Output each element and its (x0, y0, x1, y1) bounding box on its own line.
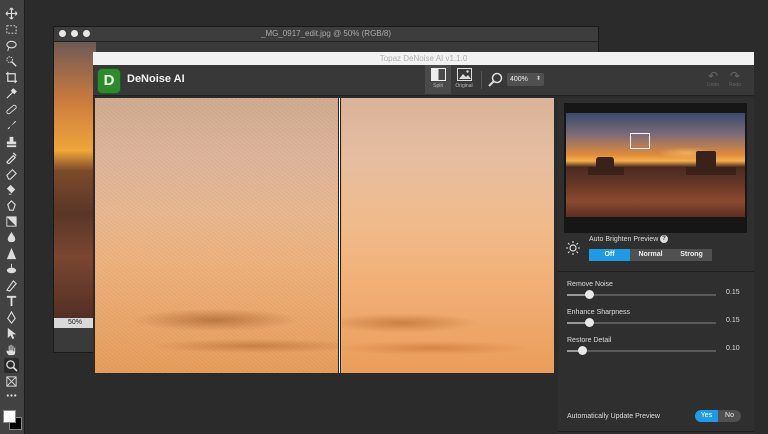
split-view-icon (430, 68, 446, 81)
undo-button[interactable]: ↶ Undo (704, 70, 722, 88)
zoom-icon[interactable] (4, 358, 19, 373)
selection-arrow-icon[interactable] (4, 326, 19, 341)
healing-brush-icon[interactable] (4, 102, 19, 117)
original-view-button[interactable]: Original (451, 65, 477, 94)
restore-detail-value: 0.10 (726, 345, 740, 352)
remove-noise-label: Remove Noise (567, 281, 613, 288)
remove-noise-value: 0.15 (726, 289, 740, 296)
enhance-sharpness-slider[interactable] (567, 318, 716, 327)
marquee-icon[interactable] (4, 22, 19, 37)
navigator-image (566, 113, 745, 217)
artboard-icon[interactable] (4, 374, 19, 389)
denoise-titlebar: Topaz DeNoise AI v1.1.0 (93, 52, 754, 65)
split-view-button[interactable]: Split (425, 65, 451, 94)
auto-brighten-segmented: Off Normal Strong (589, 249, 712, 261)
sun-icon (566, 241, 580, 255)
settings-panel: Auto Brighten Preview ? Off Normal Stron… (558, 98, 754, 434)
enhance-sharpness-knob[interactable] (585, 318, 595, 327)
split-divider-handle[interactable] (338, 98, 341, 373)
restore-detail-slider[interactable] (567, 346, 716, 355)
app-name: DeNoise AI (127, 73, 185, 85)
brush-icon[interactable] (4, 118, 19, 133)
panel-bottom-divider (558, 431, 754, 432)
split-view-label: Split (433, 83, 443, 89)
remove-noise-knob[interactable] (585, 290, 595, 299)
auto-brighten-label: Auto Brighten Preview (589, 236, 659, 243)
photoshop-canvas[interactable]: 50% (54, 42, 96, 328)
redo-button[interactable]: ↷ Redo (726, 70, 744, 88)
remove-noise-slider[interactable] (567, 290, 716, 299)
denoise-toolbar: D DeNoise AI Split Original 400% ⬍ ↶ Und… (93, 65, 754, 96)
mesa-right-base-shape (686, 167, 736, 175)
zoom-level-readout: 50% (54, 318, 96, 328)
image-icon (456, 68, 472, 81)
toolbar-divider (481, 71, 482, 89)
dodge-icon[interactable] (4, 214, 19, 229)
blur-icon[interactable] (4, 198, 19, 213)
redo-icon: ↷ (729, 69, 741, 83)
zoom-value: 400% (510, 76, 528, 83)
auto-update-label: Automatically Update Preview (567, 413, 660, 420)
brighten-off-button[interactable]: Off (589, 249, 630, 261)
pen-tool-icon[interactable] (4, 310, 19, 325)
more-icon[interactable] (4, 388, 19, 403)
denoised-pane (342, 98, 554, 373)
stepper-arrows-icon: ⬍ (535, 76, 541, 82)
panel-divider (558, 271, 754, 272)
quick-select-icon[interactable] (4, 54, 19, 69)
magnifier-icon[interactable] (488, 72, 503, 87)
original-view-label: Original (455, 83, 473, 89)
clone-stamp-icon[interactable] (4, 134, 19, 149)
document-title: _MG_0917_edit.jpg @ 50% (RGB/8) (261, 29, 391, 38)
brighten-normal-button[interactable]: Normal (630, 249, 671, 261)
mesa-base-shape (588, 167, 624, 175)
hand-icon[interactable] (4, 342, 19, 357)
enhance-sharpness-value: 0.15 (726, 317, 740, 324)
type-icon[interactable] (4, 246, 19, 261)
brighten-strong-button[interactable]: Strong (671, 249, 712, 261)
undo-label: Undo (707, 82, 719, 88)
crop-icon[interactable] (4, 70, 19, 85)
document-titlebar: _MG_0917_edit.jpg @ 50% (RGB/8) (54, 27, 598, 42)
zoom-select[interactable]: 400% ⬍ (507, 73, 544, 86)
navigator-thumbnail[interactable] (564, 103, 747, 233)
restore-detail-knob[interactable] (577, 346, 587, 355)
navigator-viewport-rect[interactable] (630, 133, 650, 149)
help-icon[interactable]: ? (660, 235, 668, 243)
move-icon[interactable] (4, 6, 19, 21)
redo-label: Redo (729, 82, 741, 88)
lasso-icon[interactable] (4, 38, 19, 53)
shape-icon[interactable] (4, 278, 19, 293)
undo-icon: ↶ (707, 69, 719, 83)
photoshop-toolbar (0, 0, 25, 434)
gradient-icon[interactable] (4, 182, 19, 197)
split-preview[interactable] (95, 98, 554, 373)
text-tool-icon[interactable] (4, 294, 19, 309)
pen-icon[interactable] (4, 230, 19, 245)
history-brush-icon[interactable] (4, 150, 19, 165)
eyedropper-icon[interactable] (4, 86, 19, 101)
auto-update-no-button[interactable]: No (718, 410, 741, 422)
eraser-icon[interactable] (4, 166, 19, 181)
path-select-icon[interactable] (4, 262, 19, 277)
denoise-window: Topaz DeNoise AI v1.1.0 D DeNoise AI Spl… (93, 52, 754, 434)
original-noisy-pane (95, 98, 340, 373)
denoise-logo: D (97, 68, 121, 94)
restore-detail-label: Restore Detail (567, 337, 612, 344)
auto-update-toggle: Yes No (695, 410, 741, 422)
foreground-color-swatch[interactable] (3, 410, 16, 423)
auto-update-yes-button[interactable]: Yes (695, 410, 718, 422)
enhance-sharpness-label: Enhance Sharpness (567, 309, 631, 316)
